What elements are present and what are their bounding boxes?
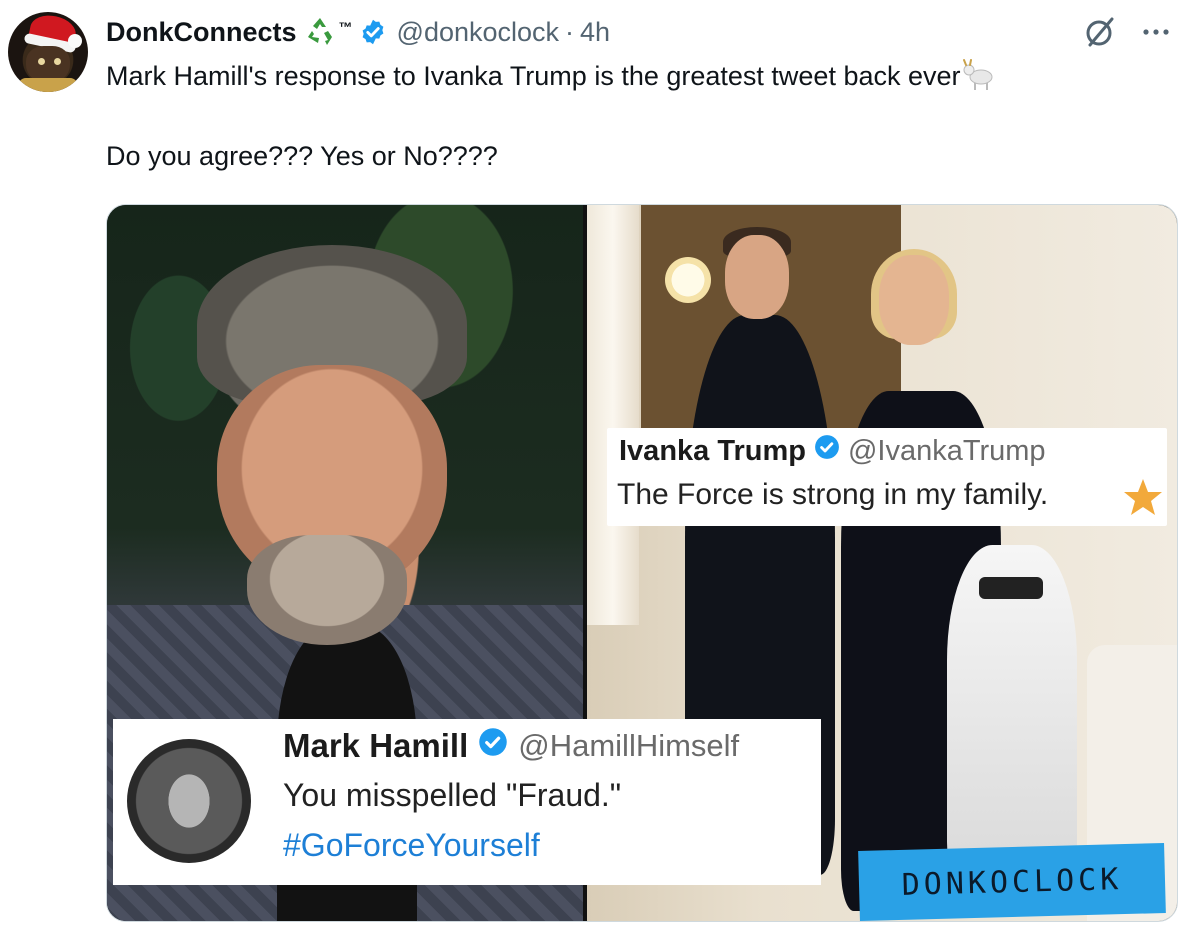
tweet-text: Mark Hamill's response to Ivanka Trump i…: [106, 56, 1176, 176]
ivanka-handle: @IvankaTrump: [847, 434, 1046, 467]
tweet-header: DonkConnects ™ @donkoclock · 4h: [106, 14, 610, 50]
hamill-hashtag: #GoForceYourself: [283, 827, 540, 863]
star-icon: [1123, 478, 1163, 516]
verified-icon[interactable]: [359, 18, 387, 46]
tweet-media[interactable]: Ivanka Trump @IvankaTrump The Force is s…: [106, 204, 1178, 922]
trademark-mark: ™: [338, 19, 353, 35]
goat-icon: [961, 59, 997, 91]
more-icon[interactable]: [1138, 14, 1174, 50]
timestamp[interactable]: 4h: [580, 17, 610, 48]
hamill-tweet-card: Mark Hamill @HamillHimself You misspelle…: [113, 719, 821, 885]
verified-icon: [478, 727, 508, 765]
hamill-avatar: [127, 739, 251, 863]
recycle-icon: [303, 15, 337, 49]
hamill-name: Mark Hamill: [283, 727, 469, 764]
ivanka-tweet-text: The Force is strong in my family.: [617, 478, 1049, 511]
ivanka-tweet-card: Ivanka Trump @IvankaTrump The Force is s…: [607, 428, 1167, 526]
separator-dot: ·: [565, 16, 575, 47]
hamill-tweet-text: You misspelled "Fraud.": [283, 777, 622, 813]
handle[interactable]: @donkoclock: [397, 17, 560, 48]
tweet-text-line-1: Mark Hamill's response to Ivanka Trump i…: [106, 61, 961, 91]
avatar[interactable]: [8, 12, 88, 92]
verified-icon: [814, 434, 840, 468]
display-name[interactable]: DonkConnects: [106, 17, 297, 48]
watermark: DONKOCLOCK: [858, 843, 1166, 921]
hamill-handle: @HamillHimself: [518, 728, 740, 763]
ivanka-name: Ivanka Trump: [619, 434, 806, 467]
grok-icon[interactable]: [1082, 14, 1118, 50]
tweet-text-line-2: Do you agree??? Yes or No????: [106, 141, 498, 171]
